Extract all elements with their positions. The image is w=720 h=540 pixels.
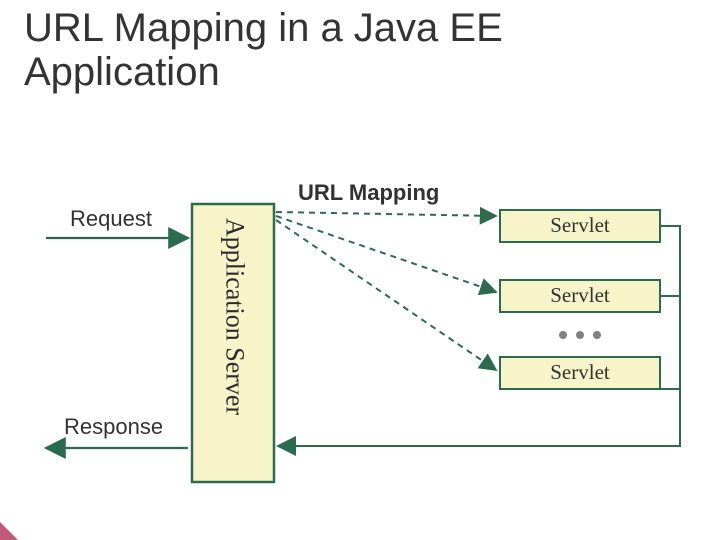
diagram-svg: Application Server Servlet Servlet Servl… bbox=[0, 0, 720, 540]
svg-text:Servlet: Servlet bbox=[550, 213, 610, 237]
ellipsis-icon bbox=[559, 331, 601, 339]
servlet-box-1: Servlet bbox=[500, 210, 660, 242]
mapping-arrow-2 bbox=[276, 216, 496, 292]
servlet-box-2: Servlet bbox=[500, 280, 660, 312]
mapping-arrow-3 bbox=[276, 220, 496, 370]
svg-text:Servlet: Servlet bbox=[550, 360, 610, 384]
accent-corner-icon bbox=[0, 522, 18, 540]
svg-text:Servlet: Servlet bbox=[550, 283, 610, 307]
return-path bbox=[278, 389, 680, 446]
return-stub-1 bbox=[660, 226, 680, 389]
mapping-arrow-1 bbox=[276, 212, 496, 216]
app-server-text: Application Server bbox=[221, 218, 250, 415]
servlet-box-3: Servlet bbox=[500, 357, 660, 389]
